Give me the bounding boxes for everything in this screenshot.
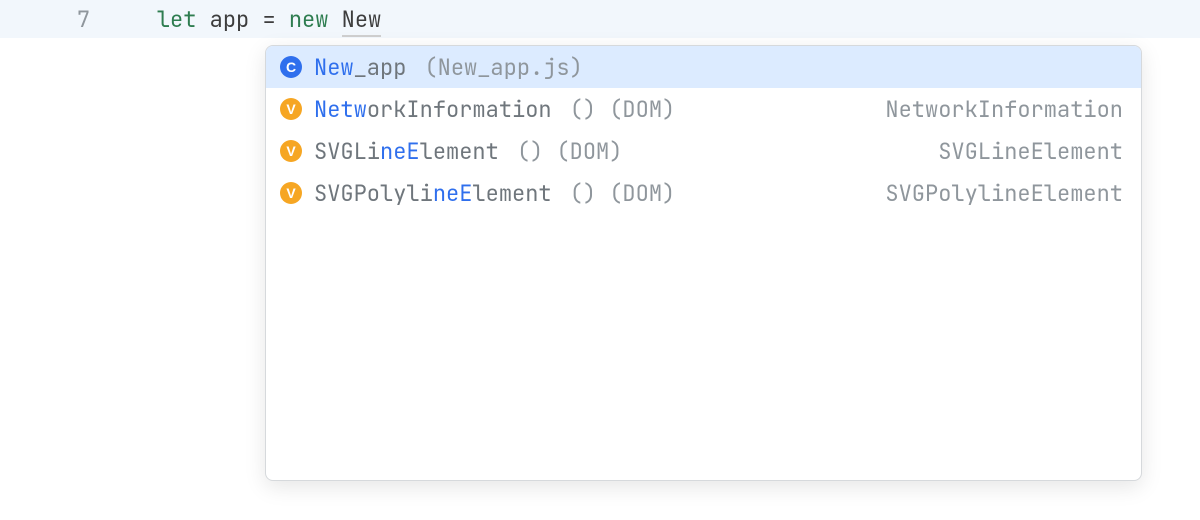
suggestion-detail: (New_app.js) — [424, 53, 582, 82]
suggestion-row[interactable]: C New_app (New_app.js) — [266, 46, 1141, 88]
suggestion-name: SVGLineElement — [314, 137, 499, 166]
autocomplete-popup[interactable]: C New_app (New_app.js) V NetworkInformation (… — [265, 45, 1142, 481]
keyword-let: let — [157, 5, 197, 34]
suggestion-detail: () (DOM) — [517, 137, 623, 166]
variable-icon: V — [280, 98, 302, 120]
suggestion-name: SVGPolylineElement — [314, 179, 552, 208]
editor-line[interactable]: 7 let app = new New — [0, 0, 1200, 38]
suggestion-row[interactable]: V NetworkInformation () (DOM) NetworkInform… — [266, 88, 1141, 130]
suggestion-origin: SVGLineElement — [938, 137, 1123, 166]
suggestion-row[interactable]: V SVGLineElement () (DOM) SVGLineElement — [266, 130, 1141, 172]
caret-typed-text: New — [342, 5, 382, 37]
suggestion-detail: () (DOM) — [570, 95, 676, 124]
suggestion-origin: SVGPolylineElement — [885, 179, 1123, 208]
suggestion-detail: () (DOM) — [570, 179, 676, 208]
identifier-app: app — [210, 5, 250, 34]
variable-icon: V — [280, 140, 302, 162]
suggestion-origin: NetworkInformation — [885, 95, 1123, 124]
class-icon: C — [280, 56, 302, 78]
variable-icon: V — [280, 182, 302, 204]
line-number: 7 — [56, 5, 90, 34]
keyword-new: new — [289, 5, 329, 34]
suggestion-name: NetworkInformation — [314, 95, 552, 124]
suggestion-name: New_app — [314, 53, 406, 82]
suggestion-row[interactable]: V SVGPolylineElement () (DOM) SVGPolylineEl… — [266, 172, 1141, 214]
